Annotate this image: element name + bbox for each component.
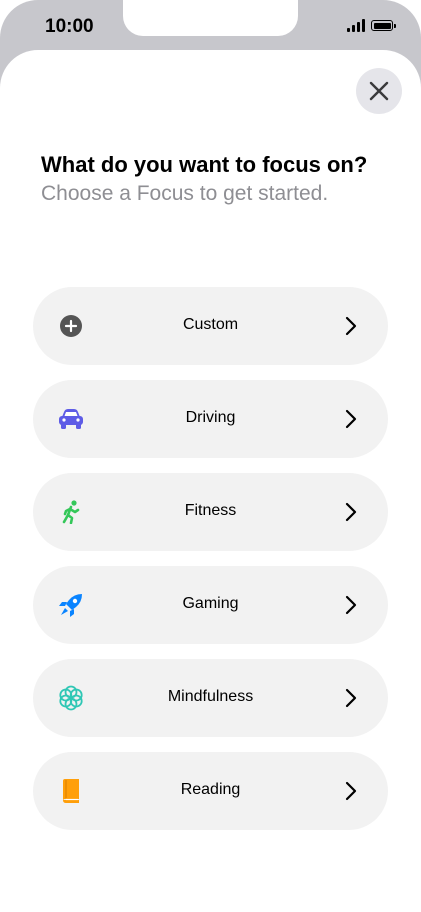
focus-list: Custom Driving Fitness Gaming Mindfulnes…: [33, 287, 388, 845]
focus-option-reading[interactable]: Reading: [33, 752, 388, 830]
focus-option-custom[interactable]: Custom: [33, 287, 388, 365]
notch: [123, 0, 298, 36]
signal-icon: [347, 19, 365, 32]
page-subtitle: Choose a Focus to get started.: [41, 182, 329, 205]
focus-option-gaming[interactable]: Gaming: [33, 566, 388, 644]
status-time: 10:00: [45, 16, 94, 37]
focus-option-driving[interactable]: Driving: [33, 380, 388, 458]
status-icons: [347, 19, 396, 32]
battery-icon: [371, 20, 396, 31]
chevron-right-icon: [345, 409, 357, 429]
chevron-right-icon: [345, 316, 357, 336]
status-bar: 10:00: [0, 0, 421, 54]
focus-option-label: Reading: [180, 781, 241, 798]
focus-option-label: Mindfulness: [167, 688, 254, 705]
chevron-right-icon: [345, 595, 357, 615]
phone-screen: 10:00 What do you want to focus on? Choo…: [0, 0, 421, 912]
focus-sheet: What do you want to focus on? Choose a F…: [0, 50, 421, 912]
chevron-right-icon: [345, 688, 357, 708]
focus-option-label: Driving: [185, 409, 236, 426]
focus-option-label: Fitness: [184, 502, 237, 519]
page-title: What do you want to focus on?: [41, 152, 368, 177]
close-icon: [369, 81, 389, 101]
focus-option-fitness[interactable]: Fitness: [33, 473, 388, 551]
focus-option-label: Gaming: [182, 595, 239, 612]
focus-option-label: Custom: [182, 316, 239, 333]
close-button[interactable]: [356, 68, 402, 114]
focus-option-mindfulness[interactable]: Mindfulness: [33, 659, 388, 737]
chevron-right-icon: [345, 502, 357, 522]
chevron-right-icon: [345, 781, 357, 801]
